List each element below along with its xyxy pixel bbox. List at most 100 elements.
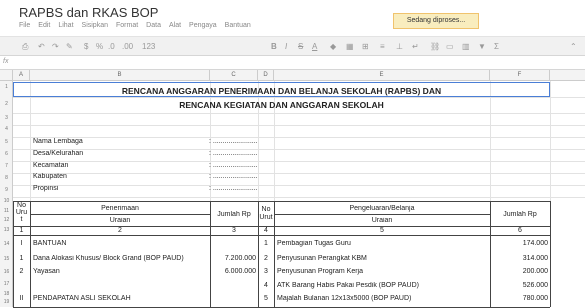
income-desc[interactable]: PENDAPATAN ASLI SEKOLAH [33, 295, 131, 302]
row-header[interactable]: 9 [0, 187, 13, 193]
menu-format[interactable]: Format [116, 22, 138, 29]
menu-file[interactable]: File [19, 22, 30, 29]
expense-no[interactable]: 3 [258, 268, 274, 275]
menu-view[interactable]: Lihat [58, 22, 73, 29]
expense-amount[interactable]: 174.000 [490, 240, 548, 247]
row-header[interactable]: 6 [0, 151, 13, 157]
row-header[interactable]: 10 [0, 198, 13, 204]
expense-no[interactable]: 1 [258, 240, 274, 247]
redo-icon[interactable]: ↷ [52, 41, 59, 52]
sheet-title-line-2[interactable]: RENCANA KEGIATAN DAN ANGGARAN SEKOLAH [13, 100, 550, 110]
info-label[interactable]: Desa/Kelurahan [33, 150, 83, 157]
collapse-icon[interactable]: ⌃ [570, 41, 577, 52]
formula-bar[interactable]: fx [0, 56, 585, 70]
expense-amount[interactable]: 526.000 [490, 282, 548, 289]
row-header[interactable]: 7 [0, 163, 13, 169]
filter-icon[interactable]: ▼ [478, 41, 486, 52]
info-value[interactable]: : ....................... [209, 185, 258, 192]
expense-amount[interactable]: 200.000 [490, 268, 548, 275]
income-desc[interactable]: BANTUAN [33, 240, 66, 247]
italic-icon[interactable]: I [285, 41, 287, 52]
expense-desc[interactable]: Pembagian Tugas Guru [277, 240, 351, 247]
row-header[interactable]: 17 [0, 281, 13, 287]
column-header-d[interactable]: D [258, 70, 274, 81]
valign-icon[interactable]: ⊥ [396, 41, 403, 52]
expense-amount[interactable]: 314.000 [490, 255, 548, 262]
sheet-grid[interactable]: RENCANA ANGGARAN PENERIMAAN DAN BELANJA … [13, 81, 585, 308]
index-cell[interactable]: 1 [13, 227, 30, 234]
index-cell[interactable]: 3 [210, 227, 258, 234]
expense-desc[interactable]: Majalah Bulanan 12x13x5000 (BOP PAUD) [277, 295, 489, 302]
column-header-e[interactable]: E [274, 70, 490, 81]
row-header[interactable]: 3 [0, 115, 13, 121]
info-label[interactable]: Kecamatan [33, 162, 68, 169]
index-cell[interactable]: 2 [30, 227, 210, 234]
borders-icon[interactable]: ▦ [346, 41, 354, 52]
decimal-decrease-icon[interactable]: .0 [108, 41, 115, 52]
income-desc[interactable]: Yayasan [33, 268, 60, 275]
comment-icon[interactable]: ▭ [446, 41, 454, 52]
column-header-a[interactable]: A [13, 70, 30, 81]
info-label[interactable]: Propinsi [33, 185, 58, 192]
income-amount[interactable]: 7.200.000 [210, 255, 256, 262]
menu-insert[interactable]: Sisipkan [82, 22, 108, 29]
expense-desc[interactable]: Penyusunan Perangkat KBM [277, 255, 367, 262]
expense-amount[interactable]: 780.000 [490, 295, 548, 302]
expense-no[interactable]: 5 [258, 295, 274, 302]
column-header-c[interactable]: C [210, 70, 258, 81]
undo-icon[interactable]: ↶ [38, 41, 45, 52]
row-header[interactable]: 19 [0, 299, 13, 305]
strikethrough-icon[interactable]: S [298, 41, 303, 52]
income-no[interactable]: II [13, 295, 30, 302]
expense-no[interactable]: 4 [258, 282, 274, 289]
row-header[interactable]: 13 [0, 227, 13, 233]
info-value[interactable]: : ....................... [209, 150, 258, 157]
wrap-icon[interactable]: ↵ [412, 41, 419, 52]
expense-desc[interactable]: Penyusunan Program Kerja [277, 268, 363, 275]
merge-cells-icon[interactable]: ⊞ [362, 41, 369, 52]
expense-desc[interactable]: ATK Barang Habis Pakai Pesdik (BOP PAUD) [277, 282, 489, 289]
expense-no[interactable]: 2 [258, 255, 274, 262]
row-header[interactable]: 11 [0, 208, 13, 214]
row-header[interactable]: 1 [0, 84, 13, 90]
fill-color-icon[interactable]: ◆ [330, 41, 336, 52]
row-header[interactable]: 18 [0, 291, 13, 297]
percent-icon[interactable]: % [96, 41, 103, 52]
income-no[interactable]: I [13, 240, 30, 247]
chart-icon[interactable]: ▥ [462, 41, 470, 52]
print-icon[interactable]: ⎙ [22, 41, 28, 52]
select-all-corner[interactable] [0, 70, 13, 81]
index-cell[interactable]: 5 [274, 227, 490, 234]
info-value[interactable]: : ....................... [209, 173, 258, 180]
menu-edit[interactable]: Edit [38, 22, 50, 29]
sheet-title-line-1[interactable]: RENCANA ANGGARAN PENERIMAAN DAN BELANJA … [13, 86, 550, 96]
row-header[interactable]: 8 [0, 175, 13, 181]
align-icon[interactable]: ≡ [380, 41, 385, 52]
row-header[interactable]: 4 [0, 126, 13, 132]
function-icon[interactable]: Σ [494, 41, 499, 52]
row-header[interactable]: 15 [0, 256, 13, 262]
income-desc[interactable]: Dana Alokasi Khusus/ Block Grand (BOP PA… [33, 255, 208, 262]
menu-data[interactable]: Data [146, 22, 161, 29]
decimal-increase-icon[interactable]: .00 [122, 41, 133, 52]
income-amount[interactable]: 6.000.000 [210, 268, 256, 275]
bold-icon[interactable]: B [271, 41, 277, 52]
row-header[interactable]: 5 [0, 139, 13, 145]
menu-addons[interactable]: Pengaya [189, 22, 217, 29]
column-header-b[interactable]: B [30, 70, 210, 81]
income-no[interactable]: 1 [13, 255, 30, 262]
paint-format-icon[interactable]: ✎ [66, 41, 73, 52]
column-header-f[interactable]: F [490, 70, 550, 81]
row-header[interactable]: 16 [0, 269, 13, 275]
info-label[interactable]: Nama Lembaga [33, 138, 83, 145]
text-color-icon[interactable]: A [312, 41, 317, 52]
index-cell[interactable]: 4 [258, 227, 274, 234]
number-format-button[interactable]: 123 [142, 41, 155, 52]
row-header[interactable]: 2 [0, 101, 13, 107]
menu-help[interactable]: Bantuan [225, 22, 251, 29]
row-header[interactable]: 12 [0, 217, 13, 223]
info-label[interactable]: Kabupaten [33, 173, 67, 180]
index-cell[interactable]: 6 [490, 227, 550, 234]
info-value[interactable]: : ....................... [209, 138, 258, 145]
income-no[interactable]: 2 [13, 268, 30, 275]
